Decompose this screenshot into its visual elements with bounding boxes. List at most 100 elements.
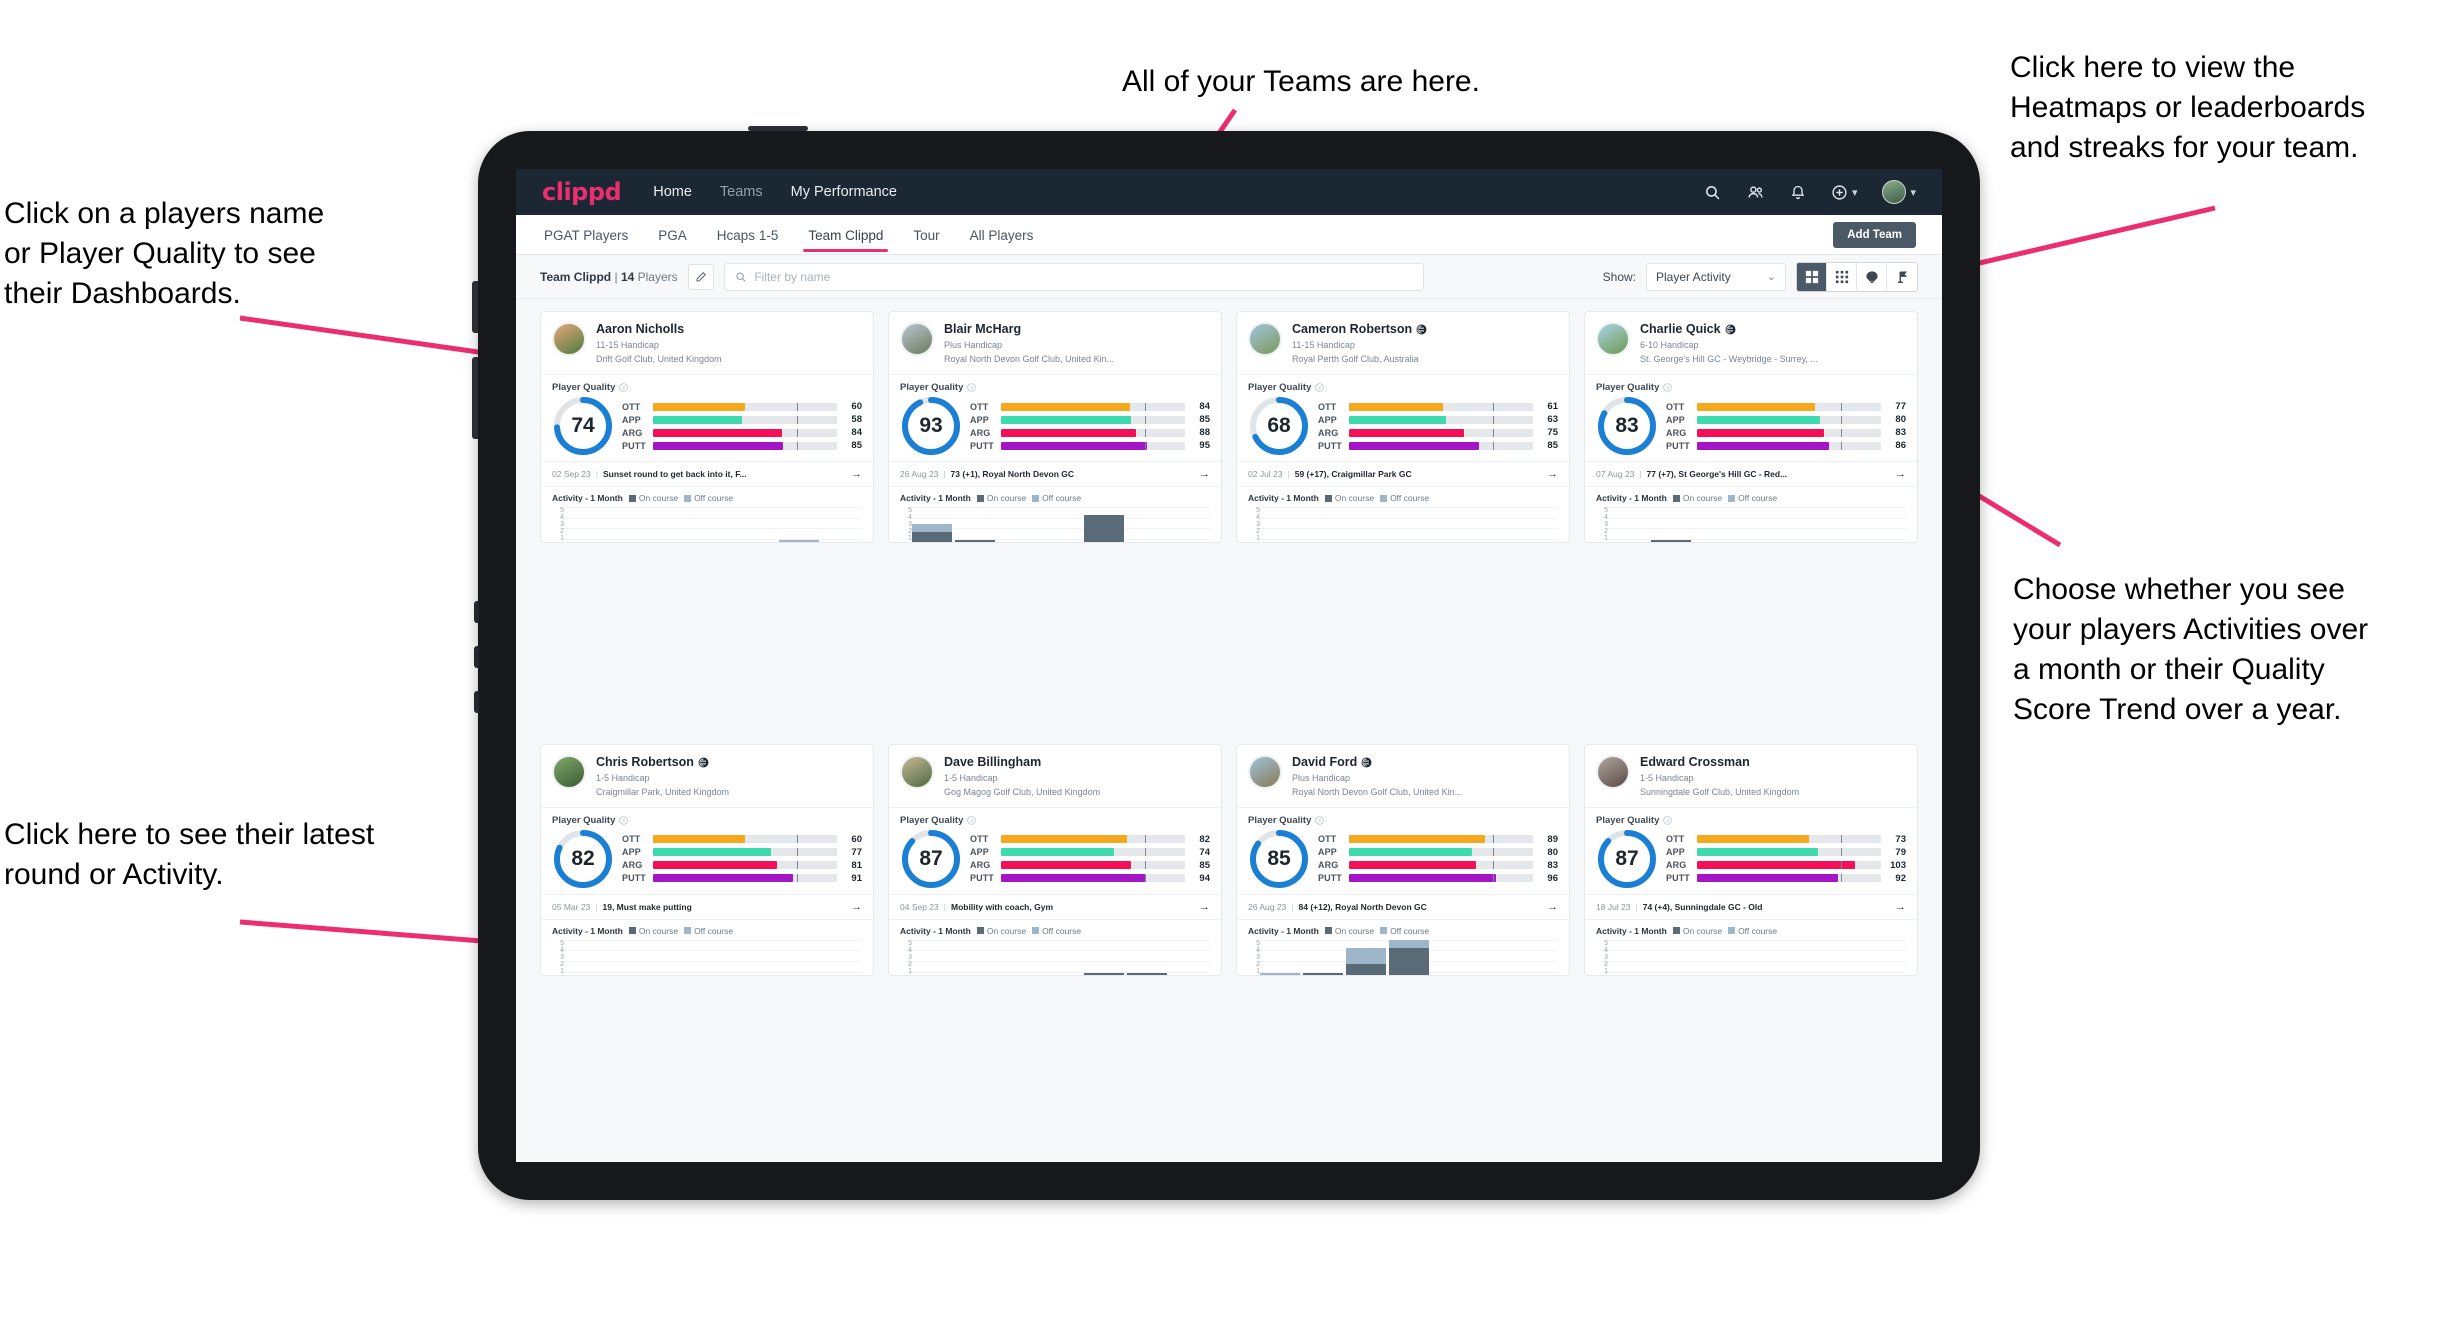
player-name[interactable]: David Ford	[1292, 755, 1462, 770]
activity-bar-chart: 54321031 Jul21 Aug4 Sep	[1596, 503, 1906, 542]
bars-container	[1608, 507, 1906, 542]
latest-round-row[interactable]: 05 Mar 23 | 19, Must make putting →	[541, 893, 873, 919]
player-card[interactable]: Chris Robertson 1-5 Handicap Craigmillar P…	[540, 743, 874, 976]
avatar[interactable]: ▾	[1882, 180, 1916, 204]
player-quality-body: 87 OTT 73 APP 79 ARG 103 PUTT 92	[1596, 828, 1906, 890]
player-quality-section[interactable]: Player Quality? 74 OTT 60 APP 58 ARG 84 PUTT 85	[541, 374, 873, 461]
edit-team-button[interactable]	[687, 263, 714, 290]
help-circle-icon[interactable]: ?	[619, 816, 629, 825]
help-circle-icon[interactable]: ?	[1315, 383, 1325, 392]
player-name[interactable]: Cameron Robertson	[1292, 322, 1427, 337]
clippd-logo[interactable]: clippd	[542, 178, 622, 206]
players-word: Players	[637, 269, 678, 284]
player-quality-body: 82 OTT 60 APP 77 ARG 81 PUTT 91	[552, 828, 862, 890]
nav-link-home[interactable]: Home	[651, 180, 694, 204]
player-card-header[interactable]: Dave Billingham 1-5 Handicap Gog Magog Gol…	[889, 745, 1221, 807]
latest-round-row[interactable]: 07 Aug 23 | 77 (+7), St George's Hill GC -…	[1585, 461, 1917, 486]
player-quality-section[interactable]: Player Quality? 93 OTT 84 APP 85 ARG 88 PUTT 95	[889, 374, 1221, 461]
plus-circle-icon[interactable]: ▾	[1831, 184, 1857, 201]
player-card[interactable]: Charlie Quick 6-10 Handicap St. George's H…	[1584, 311, 1918, 543]
help-circle-icon[interactable]: ?	[967, 383, 977, 392]
metric-bar-track	[1349, 428, 1533, 437]
bar-slot	[998, 940, 1038, 975]
help-circle-icon[interactable]: ?	[1315, 816, 1325, 825]
player-card[interactable]: Blair McHarg Plus Handicap Royal North Dev…	[888, 311, 1222, 543]
latest-round-row[interactable]: 18 Jul 23 | 74 (+4), Sunningdale GC - Old →	[1585, 893, 1917, 919]
player-quality-section[interactable]: Player Quality? 68 OTT 61 APP 63 ARG 75 PUTT 85	[1237, 374, 1569, 461]
show-select-value: Player Activity	[1656, 269, 1731, 284]
arrow-right-icon[interactable]: →	[1199, 468, 1210, 480]
heatmap-view-button[interactable]	[1857, 262, 1887, 291]
player-card-header[interactable]: Charlie Quick 6-10 Handicap St. George's H…	[1585, 312, 1917, 374]
latest-round-row[interactable]: 02 Sep 23 | Sunset round to get back into …	[541, 461, 873, 486]
latest-round-row[interactable]: 26 Aug 23 | 84 (+12), Royal North Devon GC…	[1237, 893, 1569, 919]
player-name[interactable]: Edward Crossman	[1640, 755, 1799, 770]
tab-pga[interactable]: PGA	[656, 218, 689, 252]
player-card-header[interactable]: Blair McHarg Plus Handicap Royal North Dev…	[889, 312, 1221, 374]
latest-round-row[interactable]: 04 Sep 23 | Mobility with coach, Gym →	[889, 893, 1221, 919]
player-card-header[interactable]: Edward Crossman 1-5 Handicap Sunningdale G…	[1585, 745, 1917, 807]
search-container[interactable]	[723, 262, 1424, 291]
arrow-right-icon[interactable]: →	[1199, 901, 1210, 913]
tab-pgat-players[interactable]: PGAT Players	[542, 218, 630, 252]
player-name[interactable]: Charlie Quick	[1640, 322, 1818, 337]
player-quality-section[interactable]: Player Quality? 85 OTT 89 APP 80 ARG 83 PUTT 96	[1237, 806, 1569, 894]
latest-round-row[interactable]: 26 Aug 23 | 73 (+1), Royal North Devon GC →	[889, 461, 1221, 486]
player-card-header[interactable]: Cameron Robertson 11-15 Handicap Royal Per…	[1237, 312, 1569, 374]
tab-tour[interactable]: Tour	[911, 218, 941, 252]
help-circle-icon[interactable]: ?	[967, 816, 977, 825]
player-quality-section[interactable]: Player Quality? 83 OTT 77 APP 80 ARG 83 PUTT 86	[1585, 374, 1917, 461]
player-card[interactable]: Cameron Robertson 11-15 Handicap Royal Per…	[1236, 311, 1570, 543]
player-card[interactable]: Edward Crossman 1-5 Handicap Sunningdale G…	[1584, 743, 1918, 976]
bar-slot	[779, 507, 819, 542]
metric-label: PUTT	[622, 873, 646, 884]
arrow-right-icon[interactable]: →	[851, 468, 862, 480]
tab-hcaps-1-5[interactable]: Hcaps 1-5	[715, 218, 781, 252]
help-circle-icon[interactable]: ?	[619, 383, 629, 392]
player-name[interactable]: Aaron Nicholls	[596, 322, 722, 337]
player-name[interactable]: Dave Billingham	[944, 755, 1100, 770]
metric-benchmark-tick	[1840, 428, 1843, 437]
grid-large-view-button[interactable]	[1797, 262, 1827, 291]
bell-icon[interactable]	[1790, 184, 1806, 201]
bar-slot	[1780, 507, 1820, 542]
arrow-right-icon[interactable]: →	[851, 901, 862, 913]
people-icon[interactable]	[1746, 184, 1765, 201]
player-card-header[interactable]: David Ford Plus Handicap Royal North Devon…	[1237, 745, 1569, 807]
metric-bar-fill	[1349, 441, 1480, 450]
arrow-right-icon[interactable]: →	[1895, 901, 1906, 913]
player-quality-section[interactable]: Player Quality? 82 OTT 60 APP 77 ARG 81 PUTT 91	[541, 806, 873, 894]
metric-bar-fill	[1697, 441, 1829, 450]
nav-link-my-performance[interactable]: My Performance	[789, 180, 899, 204]
tab-team-clippd[interactable]: Team Clippd	[803, 218, 889, 252]
show-select[interactable]: Player Activity ⌄	[1646, 262, 1786, 291]
arrow-right-icon[interactable]: →	[1547, 901, 1558, 913]
metric-label: APP	[622, 414, 641, 425]
leaderboard-view-button[interactable]	[1887, 262, 1917, 291]
bar-slot	[1303, 940, 1343, 975]
nav-link-teams[interactable]: Teams	[718, 180, 765, 204]
latest-round-row[interactable]: 02 Jul 23 | 59 (+17), Craigmillar Park GC →	[1237, 461, 1569, 486]
search-icon[interactable]	[1704, 184, 1721, 201]
add-team-button[interactable]: Add Team	[1833, 221, 1916, 248]
help-circle-icon[interactable]: ?	[1663, 383, 1673, 392]
arrow-right-icon[interactable]: →	[1547, 468, 1558, 480]
search-input[interactable]	[754, 269, 1413, 284]
arrow-right-icon[interactable]: →	[1895, 468, 1906, 480]
help-circle-icon[interactable]: ?	[1663, 816, 1673, 825]
player-card[interactable]: Aaron Nicholls 11-15 Handicap Drift Golf C…	[540, 311, 874, 543]
metric-benchmark-tick	[1144, 874, 1147, 883]
player-card-header[interactable]: Aaron Nicholls 11-15 Handicap Drift Golf C…	[541, 312, 873, 374]
activity-bar-chart: 54321031 Jul21 Aug4 Sep	[1248, 936, 1558, 975]
legend-off-course: Off course	[684, 926, 733, 936]
player-card[interactable]: David Ford Plus Handicap Royal North Devon…	[1236, 743, 1570, 976]
player-card-header[interactable]: Chris Robertson 1-5 Handicap Craigmillar P…	[541, 745, 873, 807]
legend-off-course: Off course	[684, 493, 733, 503]
player-quality-section[interactable]: Player Quality? 87 OTT 82 APP 74 ARG 85 PUTT 94	[889, 806, 1221, 894]
player-card[interactable]: Dave Billingham 1-5 Handicap Gog Magog Gol…	[888, 743, 1222, 976]
player-name[interactable]: Blair McHarg	[944, 322, 1114, 337]
tab-all-players[interactable]: All Players	[968, 218, 1036, 252]
grid-small-view-button[interactable]	[1827, 262, 1857, 291]
player-name[interactable]: Chris Robertson	[596, 755, 729, 770]
player-quality-section[interactable]: Player Quality? 87 OTT 73 APP 79 ARG 103 PUTT 92	[1585, 806, 1917, 894]
